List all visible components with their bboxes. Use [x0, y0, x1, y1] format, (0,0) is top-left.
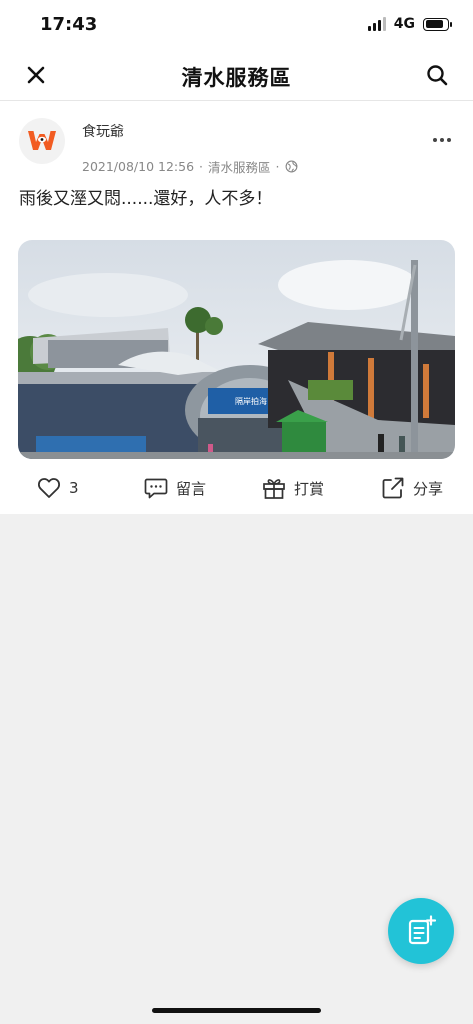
search-button[interactable] [424, 62, 450, 88]
signal-icon [367, 17, 386, 31]
post-date: 2021/08/10 12:56 [82, 159, 195, 174]
share-button[interactable]: 分享 [381, 475, 443, 501]
heart-icon [37, 478, 61, 498]
post-text: 雨後又溼又悶......還好，人不多！ [19, 189, 273, 209]
more-options-button[interactable] [429, 131, 455, 149]
post-meta: 2021/08/10 12:56 · 清水服務區 · [82, 157, 298, 176]
globe-icon [285, 160, 297, 173]
gift-label: 打賞 [294, 479, 325, 498]
home-indicator [152, 1008, 321, 1013]
meta-separator: · [199, 159, 204, 174]
post-photo[interactable]: 隔岸拍海 [18, 240, 455, 459]
search-icon [427, 65, 448, 86]
author-logo-icon [28, 131, 56, 150]
comment-icon [144, 478, 168, 499]
share-label: 分享 [413, 479, 444, 498]
status-bar: 17:43 4G [0, 0, 473, 50]
gift-button[interactable]: 打賞 [262, 475, 324, 501]
new-post-icon [408, 915, 437, 945]
author-name[interactable]: 食玩爺 [82, 121, 124, 141]
battery-fill [425, 20, 443, 28]
like-button[interactable]: 3 [37, 475, 79, 501]
post-card: 食玩爺 2021/08/10 12:56 · 清水服務區 · 雨後又溼又悶...… [0, 101, 473, 514]
page-title: 清水服務區 [181, 66, 292, 90]
post-actions: 3 留言 打賞 分享 [0, 471, 473, 505]
avatar[interactable] [19, 118, 65, 164]
meta-separator: · [275, 159, 280, 174]
like-count: 3 [69, 479, 79, 497]
comment-button[interactable]: 留言 [144, 475, 206, 501]
post-location[interactable]: 清水服務區 [208, 157, 271, 176]
share-icon [382, 477, 404, 499]
photo-sign-text: 隔岸拍海 [235, 396, 267, 406]
photo-image: 隔岸拍海 [18, 240, 455, 459]
status-time: 17:43 [40, 14, 98, 35]
status-indicators: 4G [367, 16, 452, 32]
battery-icon [423, 17, 452, 31]
comment-label: 留言 [176, 479, 207, 498]
network-type: 4G [393, 16, 415, 32]
new-post-button[interactable] [388, 898, 454, 964]
nav-bar: 清水服務區 [0, 50, 473, 101]
gift-icon [263, 479, 285, 499]
